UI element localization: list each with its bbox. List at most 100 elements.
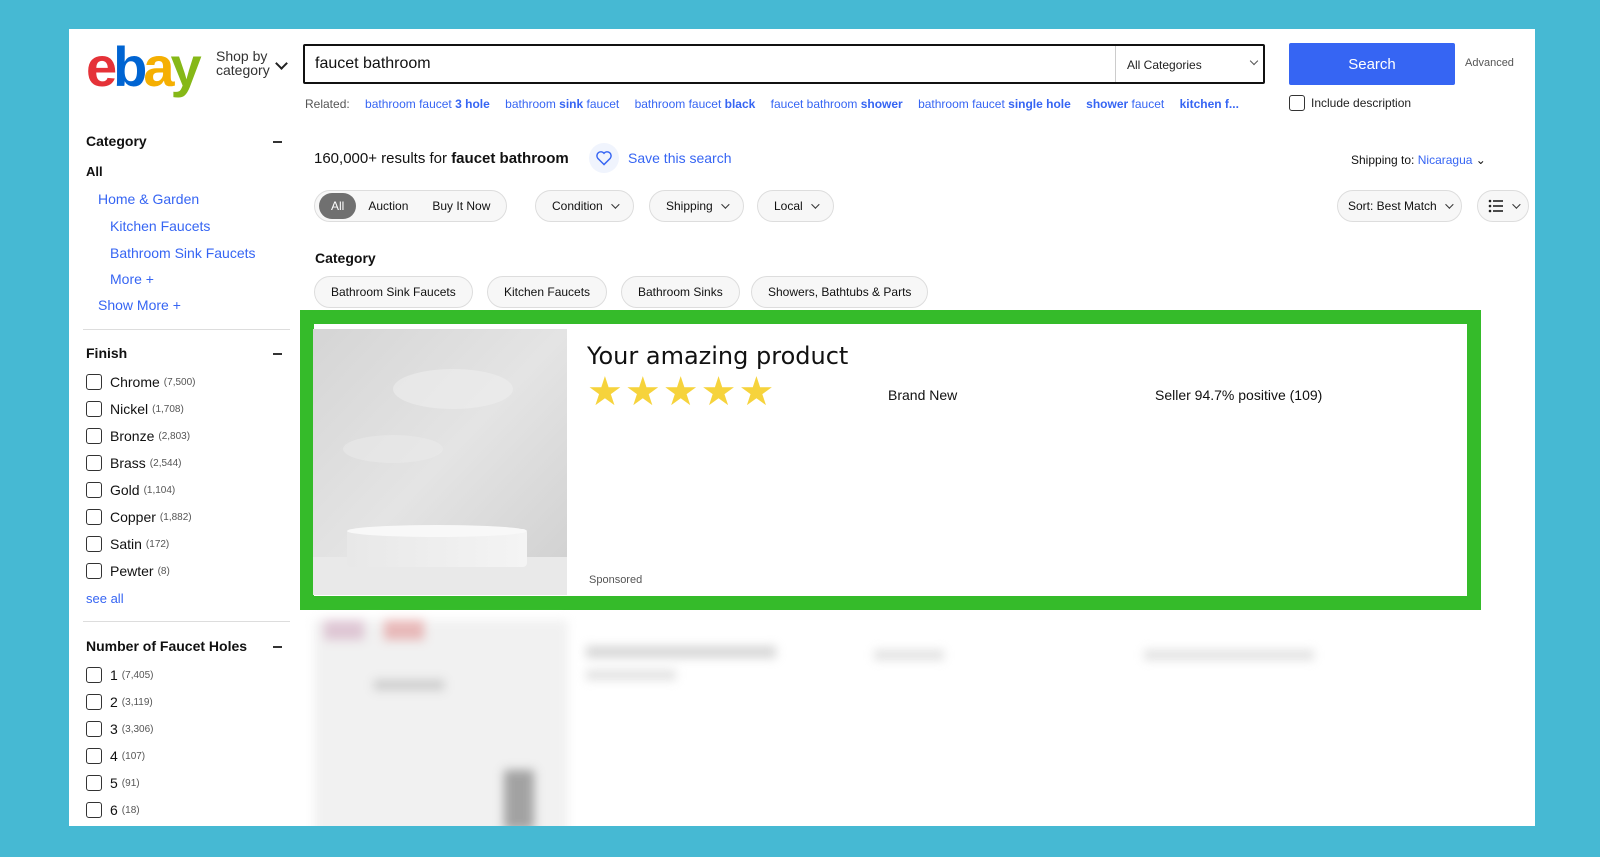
category-pill[interactable]: Bathroom Sinks [621,276,740,308]
search-button[interactable]: Search [1289,43,1455,85]
tab-buy-it-now[interactable]: Buy It Now [420,193,502,219]
related-link[interactable]: shower faucet [1086,97,1164,111]
collapse-icon[interactable] [273,141,282,143]
finish-option[interactable]: Satin (172) [86,536,169,552]
finish-option[interactable]: Pewter (8) [86,563,170,579]
checkbox [86,509,102,525]
related-link[interactable]: kitchen f... [1180,97,1239,111]
save-search-link[interactable]: Save this search [628,150,732,166]
condition-filter[interactable]: Condition [535,190,634,222]
include-description-toggle[interactable]: Include description [1289,95,1411,111]
list-view-icon [1488,199,1503,213]
checkbox [86,428,102,444]
shipping-filter[interactable]: Shipping [649,190,744,222]
search-input[interactable] [315,54,1095,74]
chevron-down-icon [1444,200,1454,209]
advanced-search-link[interactable]: Advanced [1465,57,1514,69]
category-pill[interactable]: Showers, Bathtubs & Parts [751,276,929,308]
related-link[interactable]: faucet bathroom shower [771,97,903,111]
finish-option[interactable]: Gold (1,104) [86,482,175,498]
plus-icon: + [145,271,154,287]
save-search-button[interactable] [589,143,619,173]
finish-option[interactable]: Copper (1,882) [86,509,192,525]
search-bar: All Categories [303,44,1265,84]
include-description-label: Include description [1311,96,1412,110]
related-link[interactable]: bathroom sink faucet [505,97,619,111]
chevron-down-icon [610,200,620,209]
tab-auction[interactable]: Auction [356,193,420,219]
star-rating: ★★★★★ [587,370,777,414]
chevron-down-icon [720,200,730,209]
browser-page: ebay Shop by category All Categories Sea… [69,29,1535,826]
holes-option[interactable]: 2 (3,119) [86,694,153,710]
blurred-text [586,670,676,680]
buying-format-tabs: All Auction Buy It Now [314,190,508,222]
chevron-down-icon[interactable] [1249,56,1259,66]
checkbox [86,482,102,498]
collapse-icon[interactable] [273,353,282,355]
local-filter[interactable]: Local [757,190,834,222]
results-summary: 160,000+ results for faucet bathroom [314,150,569,167]
divider [1115,46,1116,82]
shipping-location[interactable]: Shipping to: Nicaragua ⌄ [1351,153,1486,167]
category-kitchen-faucets[interactable]: Kitchen Faucets [110,218,210,234]
view-toggle[interactable] [1477,190,1529,222]
blurred-text [874,650,944,660]
faucet-holes-heading: Number of Faucet Holes [86,638,248,654]
more-link[interactable]: More + [110,271,154,287]
related-searches: Related: bathroom faucet 3 hole bathroom… [305,97,1239,111]
category-heading: Category [86,133,147,149]
category-bathroom-sink-faucets[interactable]: Bathroom Sink Faucets [110,245,256,261]
checkbox [86,667,102,683]
checkbox [86,748,102,764]
holes-option[interactable]: 1 (7,405) [86,667,153,683]
finish-heading: Finish [86,345,128,361]
category-select[interactable]: All Categories [1127,58,1202,72]
checkbox [86,775,102,791]
chevron-down-icon: ⌄ [1475,153,1486,167]
category-all[interactable]: All [86,164,103,179]
seller-feedback: Seller 94.7% positive (109) [1155,387,1323,403]
sort-select[interactable]: Sort: Best Match [1337,190,1462,222]
holes-option[interactable]: 5 (91) [86,775,140,791]
chevron-down-icon [810,200,820,209]
sponsored-label: Sponsored [589,574,643,586]
plus-icon: + [172,297,181,313]
finish-option[interactable]: Nickel (1,708) [86,401,184,417]
checkbox[interactable] [1289,95,1305,111]
ebay-logo[interactable]: ebay [86,39,202,95]
category-home-garden[interactable]: Home & Garden [98,191,199,207]
product-image[interactable] [313,329,567,595]
category-label: category [216,62,270,78]
blurred-listing [314,610,1504,826]
category-heading: Category [315,250,376,266]
blurred-text [1144,650,1314,660]
holes-option[interactable]: 6 (18) [86,802,140,818]
checkbox [86,563,102,579]
divider [83,329,290,330]
category-pill[interactable]: Bathroom Sink Faucets [314,276,473,308]
show-more-link[interactable]: Show More + [98,297,181,313]
holes-option[interactable]: 3 (3,306) [86,721,153,737]
heart-icon [596,151,612,166]
checkbox [86,455,102,471]
finish-option[interactable]: Brass (2,544) [86,455,181,471]
related-link[interactable]: bathroom faucet 3 hole [365,97,490,111]
shop-by-category-button[interactable]: Shop by category [216,49,270,77]
checkbox [86,721,102,737]
related-link[interactable]: bathroom faucet single hole [918,97,1071,111]
holes-option[interactable]: 4 (107) [86,748,145,764]
finish-option[interactable]: Bronze (2,803) [86,428,190,444]
related-link[interactable]: bathroom faucet black [635,97,756,111]
collapse-icon[interactable] [273,646,282,648]
blurred-title [586,646,776,658]
finish-option[interactable]: Chrome (7,500) [86,374,195,390]
chevron-down-icon[interactable] [275,57,288,70]
checkbox [86,694,102,710]
checkbox [86,536,102,552]
checkbox [86,802,102,818]
product-title[interactable]: Your amazing product [587,342,848,370]
tab-all[interactable]: All [319,193,357,219]
category-pill[interactable]: Kitchen Faucets [487,276,608,308]
see-all-link[interactable]: see all [86,591,124,606]
